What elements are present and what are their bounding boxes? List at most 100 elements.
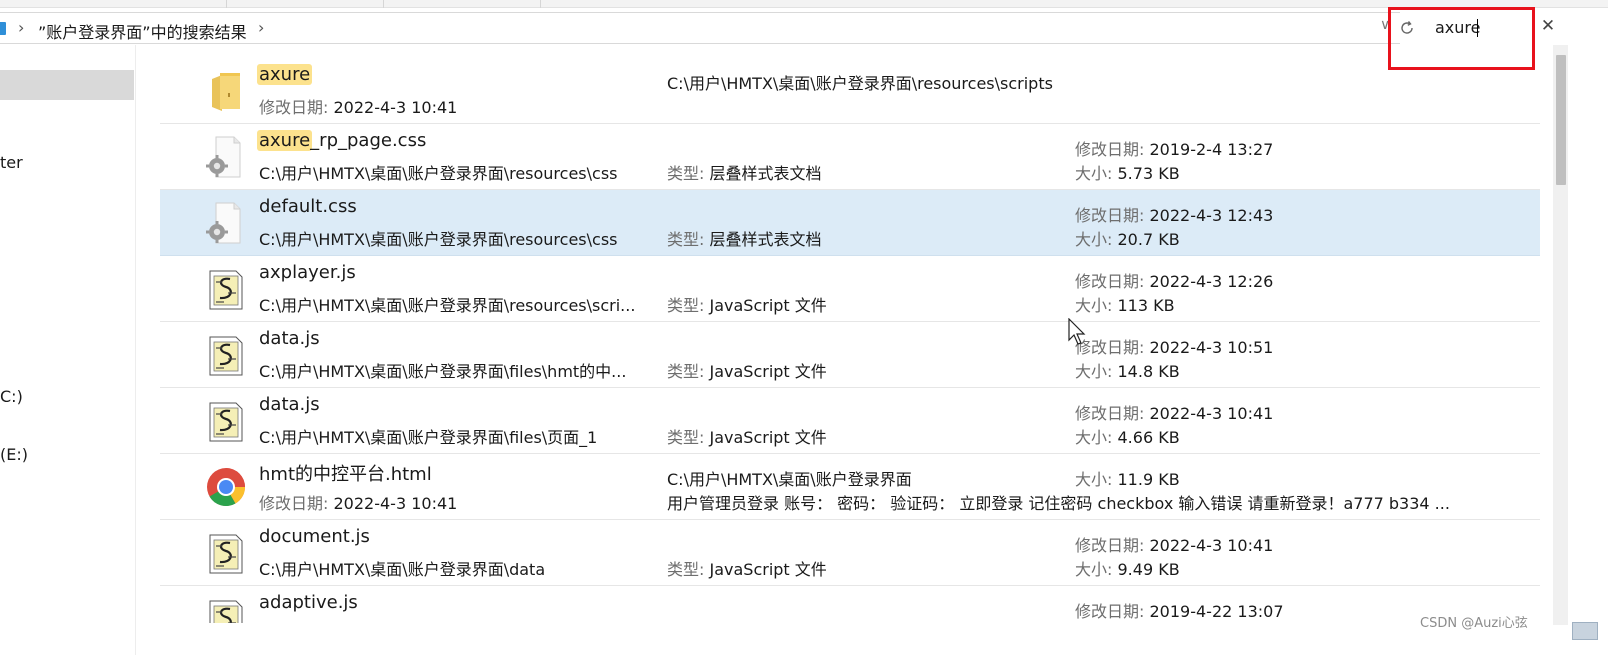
file-name-text: data.js [259, 394, 320, 415]
js-file-icon [206, 331, 246, 379]
file-name[interactable]: adaptive.js [259, 592, 358, 613]
file-name-text: _rp_page.css [310, 130, 427, 151]
detail-label: 类型: [667, 230, 705, 249]
detail-label: 修改日期: [1075, 206, 1145, 225]
breadcrumb-separator[interactable]: › [18, 18, 24, 37]
file-size: 大小: 14.8 KB [1075, 358, 1180, 382]
file-row[interactable]: axplayer.js C:\用户\HMTX\桌面\账户登录界面\resource… [160, 256, 1540, 322]
navigation-pane: ter C:) (E:) [0, 45, 136, 655]
detail-value: 2022-4-3 10:41 [1149, 536, 1274, 555]
file-detail-right-top: 修改日期: 2022-4-3 10:51 [1075, 334, 1273, 358]
css-file-icon [206, 199, 246, 247]
nav-item-drive-c[interactable]: C:) [0, 387, 23, 406]
file-row[interactable]: data.js C:\用户\HMTX\桌面\账户登录界面\files\hmt的中.… [160, 322, 1540, 388]
detail-label: 大小: [1075, 230, 1113, 249]
ribbon-tab-edge [540, 0, 541, 8]
file-type: 类型: JavaScript 文件 [667, 424, 827, 448]
file-name-text: document.js [259, 526, 370, 547]
detail-value: 层叠样式表文档 [709, 230, 822, 249]
file-size: 大小: 5.73 KB [1075, 160, 1180, 184]
file-location: C:\用户\HMTX\桌面\账户登录界面 [667, 470, 912, 489]
file-name-text: axplayer.js [259, 262, 356, 283]
file-row[interactable]: hmt的中控平台.html 修改日期: 2022-4-3 10:41 C:\用户\H… [160, 454, 1540, 520]
file-detail-left: C:\用户\HMTX\桌面\账户登录界面\files\hmt的中... [259, 358, 626, 382]
file-row[interactable]: adaptive.js 修改日期: 2019-4-22 13:07 [160, 586, 1540, 623]
file-detail-right-top: 修改日期: 2022-4-3 12:43 [1075, 202, 1273, 226]
detail-label: 类型: [667, 296, 705, 315]
breadcrumb-search-results[interactable]: ”账户登录界面”中的搜索结果 [38, 19, 247, 43]
detail-label: 类型: [667, 164, 705, 183]
detail-value: 用户管理员登录 账号： 密码： 验证码： 立即登录 记住密码 checkbox … [667, 494, 1450, 513]
file-detail-left: C:\用户\HMTX\桌面\账户登录界面\resources\css [259, 226, 618, 250]
detail-value: C:\用户\HMTX\桌面\账户登录界面\resources\css [259, 230, 618, 249]
file-type: 用户管理员登录 账号： 密码： 验证码： 立即登录 记住密码 checkbox … [667, 490, 1450, 514]
detail-value: C:\用户\HMTX\桌面\账户登录界面\files\页面_1 [259, 428, 598, 447]
location-icon [0, 22, 6, 35]
clear-search-button[interactable]: ✕ [1538, 16, 1558, 38]
file-name[interactable]: hmt的中控平台.html [259, 460, 432, 486]
detail-label: 修改日期: [1075, 602, 1145, 621]
js-file-icon [206, 265, 246, 313]
detail-label: 修改日期: [1075, 404, 1145, 423]
detail-label: 修改日期: [1075, 140, 1145, 159]
file-detail-left: 修改日期: 2022-4-3 10:41 [259, 94, 457, 118]
detail-label: 修改日期: [259, 494, 329, 513]
detail-label: 修改日期: [259, 98, 329, 117]
detail-value: 9.49 KB [1117, 560, 1180, 579]
file-name[interactable]: axplayer.js [259, 262, 356, 283]
detail-value: 5.73 KB [1117, 164, 1180, 183]
detail-label: 修改日期: [1075, 272, 1145, 291]
nav-item-drive-e[interactable]: (E:) [0, 445, 28, 464]
file-detail-left: C:\用户\HMTX\桌面\账户登录界面\files\页面_1 [259, 424, 597, 448]
detail-label: 类型: [667, 362, 705, 381]
file-row[interactable]: data.js C:\用户\HMTX\桌面\账户登录界面\files\页面_1 类型… [160, 388, 1540, 454]
detail-label: 类型: [667, 428, 705, 447]
nav-item-selected[interactable] [0, 70, 134, 100]
detail-value: 2022-4-3 10:41 [1149, 404, 1274, 423]
detail-label: 大小: [1075, 560, 1113, 579]
file-detail-left: C:\用户\HMTX\桌面\账户登录界面\data [259, 556, 545, 580]
js-file-icon [206, 397, 246, 445]
file-detail-right-top: 修改日期: 2019-4-22 13:07 [1075, 598, 1284, 622]
detail-label: 大小: [1075, 362, 1113, 381]
file-name[interactable]: axure_rp_page.css [257, 130, 427, 151]
detail-value: 2019-4-22 13:07 [1149, 602, 1284, 621]
watermark: CSDN @Auzi心弦 [1420, 616, 1528, 631]
file-name[interactable]: axure [257, 64, 313, 85]
vertical-scrollbar[interactable] [1553, 45, 1568, 625]
detail-label: 类型: [667, 560, 705, 579]
detail-value: C:\用户\HMTX\桌面\账户登录界面\resources\scri... [259, 296, 636, 315]
file-row[interactable]: axure_rp_page.css C:\用户\HMTX\桌面\账户登录界面\re… [160, 124, 1540, 190]
file-name[interactable]: data.js [259, 328, 320, 349]
detail-value: 2022-4-3 10:41 [333, 494, 458, 513]
mouse-cursor-icon [1068, 318, 1086, 345]
file-size: 大小: 4.66 KB [1075, 424, 1180, 448]
detail-value: C:\用户\HMTX\桌面\账户登录界面\resources\css [259, 164, 618, 183]
file-size: 大小: 20.7 KB [1075, 226, 1180, 250]
address-bar[interactable]: › ”账户登录界面”中的搜索结果 › ∨ [0, 12, 1400, 44]
folder-icon [206, 67, 246, 115]
nav-item[interactable]: ter [0, 153, 23, 172]
file-row[interactable]: document.js C:\用户\HMTX\桌面\账户登录界面\data 类型: … [160, 520, 1540, 586]
file-size: 大小: 9.49 KB [1075, 556, 1180, 580]
file-type: 类型: JavaScript 文件 [667, 292, 827, 316]
detail-value: 4.66 KB [1117, 428, 1180, 447]
file-name-text: default.css [259, 196, 357, 217]
file-detail-left: C:\用户\HMTX\桌面\账户登录界面\resources\css [259, 160, 618, 184]
detail-value: 2022-4-3 12:43 [1149, 206, 1274, 225]
detail-value: JavaScript 文件 [709, 362, 827, 381]
detail-value: 14.8 KB [1117, 362, 1180, 381]
detail-label: 大小: [1075, 428, 1113, 447]
scrollbar-thumb[interactable] [1556, 55, 1566, 185]
file-name[interactable]: document.js [259, 526, 370, 547]
detail-value: JavaScript 文件 [709, 296, 827, 315]
detail-label: 大小: [1075, 470, 1113, 489]
detail-value: C:\用户\HMTX\桌面\账户登录界面\data [259, 560, 546, 579]
file-row[interactable]: default.css C:\用户\HMTX\桌面\账户登录界面\resource… [160, 190, 1540, 256]
file-name[interactable]: default.css [259, 196, 357, 217]
file-name[interactable]: data.js [259, 394, 320, 415]
detail-label: 大小: [1075, 164, 1113, 183]
breadcrumb-separator[interactable]: › [258, 18, 264, 37]
file-row[interactable]: axure 修改日期: 2022-4-3 10:41 C:\用户\HMTX\桌面\账… [160, 58, 1540, 124]
ribbon-tab-edge [226, 0, 227, 8]
